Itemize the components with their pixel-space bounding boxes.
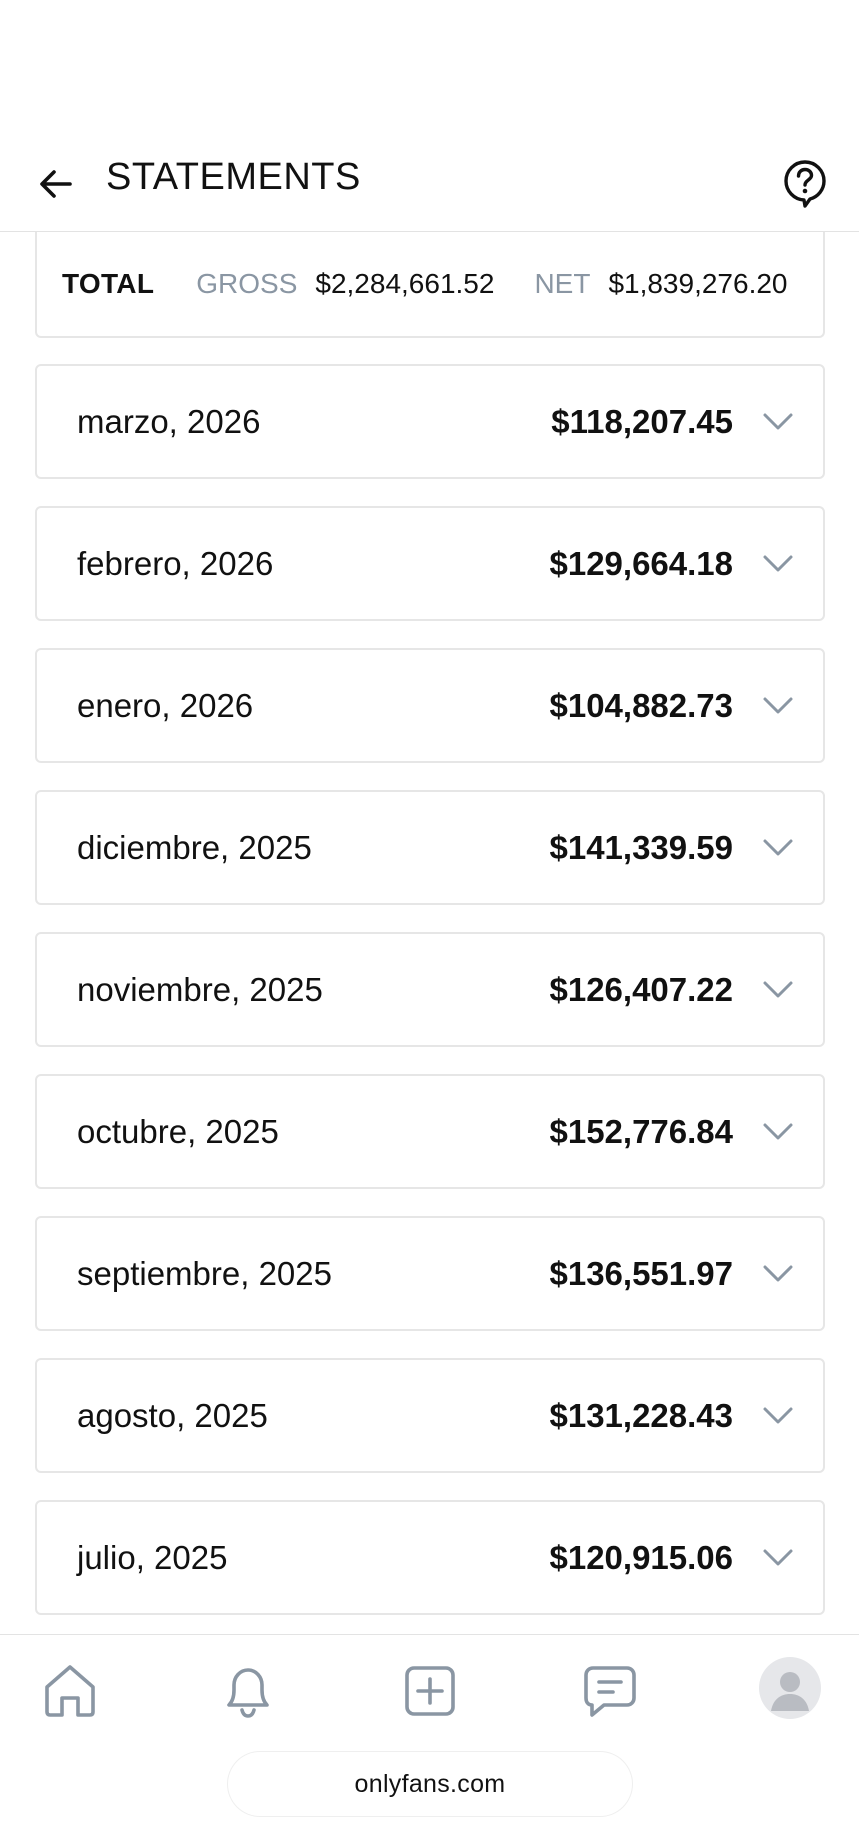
- arrow-left-icon: [40, 170, 72, 198]
- bottom-navigation: [0, 1634, 859, 1744]
- statement-amount: $136,551.97: [549, 1254, 733, 1292]
- statement-month: diciembre, 2025: [77, 828, 312, 866]
- home-icon: [45, 1665, 95, 1717]
- chevron-down-icon[interactable]: [761, 688, 795, 722]
- nav-home[interactable]: [38, 1659, 102, 1723]
- statement-month: septiembre, 2025: [77, 1254, 332, 1292]
- statement-amount: $152,776.84: [549, 1112, 733, 1150]
- profile-avatar[interactable]: [759, 1657, 821, 1719]
- statement-row[interactable]: diciembre, 2025 $141,339.59: [35, 790, 825, 905]
- url-text: onlyfans.com: [354, 1769, 506, 1798]
- statement-amount: $131,228.43: [549, 1396, 733, 1434]
- statement-row[interactable]: octubre, 2025 $152,776.84: [35, 1074, 825, 1189]
- statement-row[interactable]: agosto, 2025 $131,228.43: [35, 1358, 825, 1473]
- statement-month: marzo, 2026: [77, 402, 261, 440]
- user-avatar-icon: [771, 1672, 809, 1711]
- chevron-down-icon[interactable]: [761, 972, 795, 1006]
- statement-amount: $129,664.18: [549, 544, 733, 582]
- back-button[interactable]: [30, 158, 82, 210]
- statements-screen: STATEMENTS TOTAL GROSS $2,284,661.52 NET…: [0, 0, 859, 1830]
- chevron-down-icon[interactable]: [761, 1256, 795, 1290]
- statement-amount: $120,915.06: [549, 1538, 733, 1576]
- statement-amount: $141,339.59: [549, 828, 733, 866]
- plus-square-icon: [405, 1666, 455, 1716]
- message-icon: [584, 1666, 636, 1717]
- net-value: $1,839,276.20: [608, 268, 788, 299]
- statement-month: noviembre, 2025: [77, 970, 323, 1008]
- net-label: NET: [534, 268, 591, 299]
- browser-url-bar[interactable]: onlyfans.com: [228, 1752, 632, 1816]
- gross-label: GROSS: [196, 268, 298, 299]
- statement-amount: $118,207.45: [551, 402, 733, 440]
- nav-create[interactable]: [398, 1659, 462, 1723]
- help-circle-icon: [784, 160, 826, 208]
- chevron-down-icon[interactable]: [761, 1540, 795, 1574]
- chevron-down-icon[interactable]: [761, 404, 795, 438]
- statement-month: julio, 2025: [77, 1538, 228, 1576]
- statement-month: febrero, 2026: [77, 544, 274, 582]
- chevron-down-icon[interactable]: [761, 830, 795, 864]
- gross-value: $2,284,661.52: [315, 268, 495, 299]
- statement-row[interactable]: julio, 2025 $120,915.06: [35, 1500, 825, 1615]
- statement-month: enero, 2026: [77, 686, 254, 724]
- statement-month: octubre, 2025: [77, 1112, 279, 1150]
- statement-row[interactable]: enero, 2026 $104,882.73: [35, 648, 825, 763]
- top-bar: STATEMENTS: [0, 140, 859, 232]
- chevron-down-icon[interactable]: [761, 546, 795, 580]
- nav-messages[interactable]: [578, 1659, 642, 1723]
- chevron-down-icon[interactable]: [761, 1398, 795, 1432]
- statement-amount: $126,407.22: [549, 970, 733, 1008]
- chevron-down-icon[interactable]: [761, 1114, 795, 1148]
- statement-row[interactable]: febrero, 2026 $129,664.18: [35, 506, 825, 621]
- statement-row[interactable]: septiembre, 2025 $136,551.97: [35, 1216, 825, 1331]
- bell-icon: [227, 1668, 269, 1718]
- page-title: STATEMENTS: [106, 156, 361, 198]
- statements-list: marzo, 2026 $118,207.45 febrero, 2026 $1…: [35, 364, 825, 1642]
- total-summary-card: TOTAL GROSS $2,284,661.52 NET $1,839,276…: [35, 232, 825, 338]
- statement-month: agosto, 2025: [77, 1396, 268, 1434]
- statement-amount: $104,882.73: [549, 686, 733, 724]
- total-label: TOTAL: [62, 268, 155, 299]
- statement-row[interactable]: marzo, 2026 $118,207.45: [35, 364, 825, 479]
- statement-row[interactable]: noviembre, 2025 $126,407.22: [35, 932, 825, 1047]
- nav-notifications[interactable]: [216, 1659, 280, 1723]
- help-button[interactable]: [777, 154, 833, 214]
